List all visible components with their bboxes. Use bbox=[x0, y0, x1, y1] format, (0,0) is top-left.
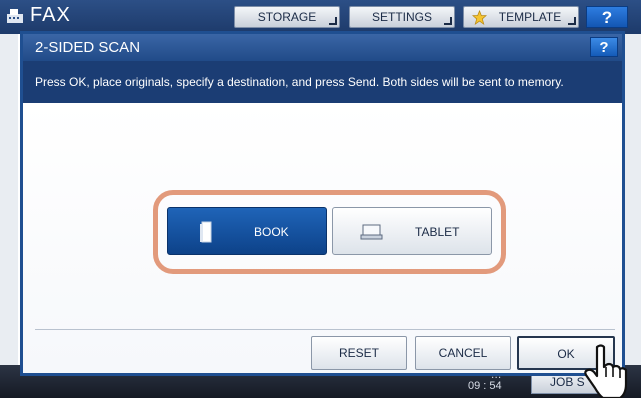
tab-corner-icon bbox=[568, 17, 576, 25]
footer-divider bbox=[35, 329, 615, 330]
star-icon bbox=[472, 10, 487, 25]
instruction-bar: Press OK, place originals, specify a des… bbox=[23, 61, 622, 103]
dialog-titlebar: 2-SIDED SCAN ? bbox=[23, 34, 622, 61]
book-mode-button[interactable]: BOOK bbox=[167, 207, 327, 255]
tab-storage-label: STORAGE bbox=[257, 10, 317, 24]
tab-template[interactable]: TEMPLATE bbox=[463, 6, 579, 28]
tablet-mode-button[interactable]: TABLET bbox=[332, 207, 492, 255]
cancel-button[interactable]: CANCEL bbox=[415, 336, 511, 370]
hand-pointer-icon bbox=[584, 344, 628, 398]
tablet-mode-label: TABLET bbox=[415, 225, 460, 239]
book-icon bbox=[200, 221, 212, 243]
clock-time: 09 : 54 bbox=[468, 380, 502, 392]
tab-settings-label: SETTINGS bbox=[371, 10, 432, 24]
background-help-button[interactable]: ? bbox=[586, 6, 628, 28]
job-status-label: JOB S bbox=[550, 375, 585, 389]
background-left-panel bbox=[0, 34, 18, 398]
tab-corner-icon bbox=[329, 17, 337, 25]
tab-corner-icon bbox=[444, 17, 452, 25]
tab-settings[interactable]: SETTINGS bbox=[349, 6, 455, 28]
reset-button[interactable]: RESET bbox=[311, 336, 407, 370]
app-title: FAX bbox=[30, 4, 71, 26]
tab-storage[interactable]: STORAGE bbox=[234, 6, 340, 28]
tablet-icon bbox=[360, 224, 383, 240]
two-sided-scan-dialog: 2-SIDED SCAN ? Press OK, place originals… bbox=[20, 31, 625, 376]
instruction-message: Press OK, place originals, specify a des… bbox=[35, 75, 564, 89]
dialog-title: 2-SIDED SCAN bbox=[35, 39, 141, 56]
dialog-body: BOOK TABLET RESET CANCEL OK bbox=[23, 103, 622, 373]
book-mode-label: BOOK bbox=[254, 225, 289, 239]
fax-icon bbox=[7, 9, 23, 23]
tab-template-label: TEMPLATE bbox=[498, 10, 562, 24]
help-button[interactable]: ? bbox=[590, 37, 618, 57]
